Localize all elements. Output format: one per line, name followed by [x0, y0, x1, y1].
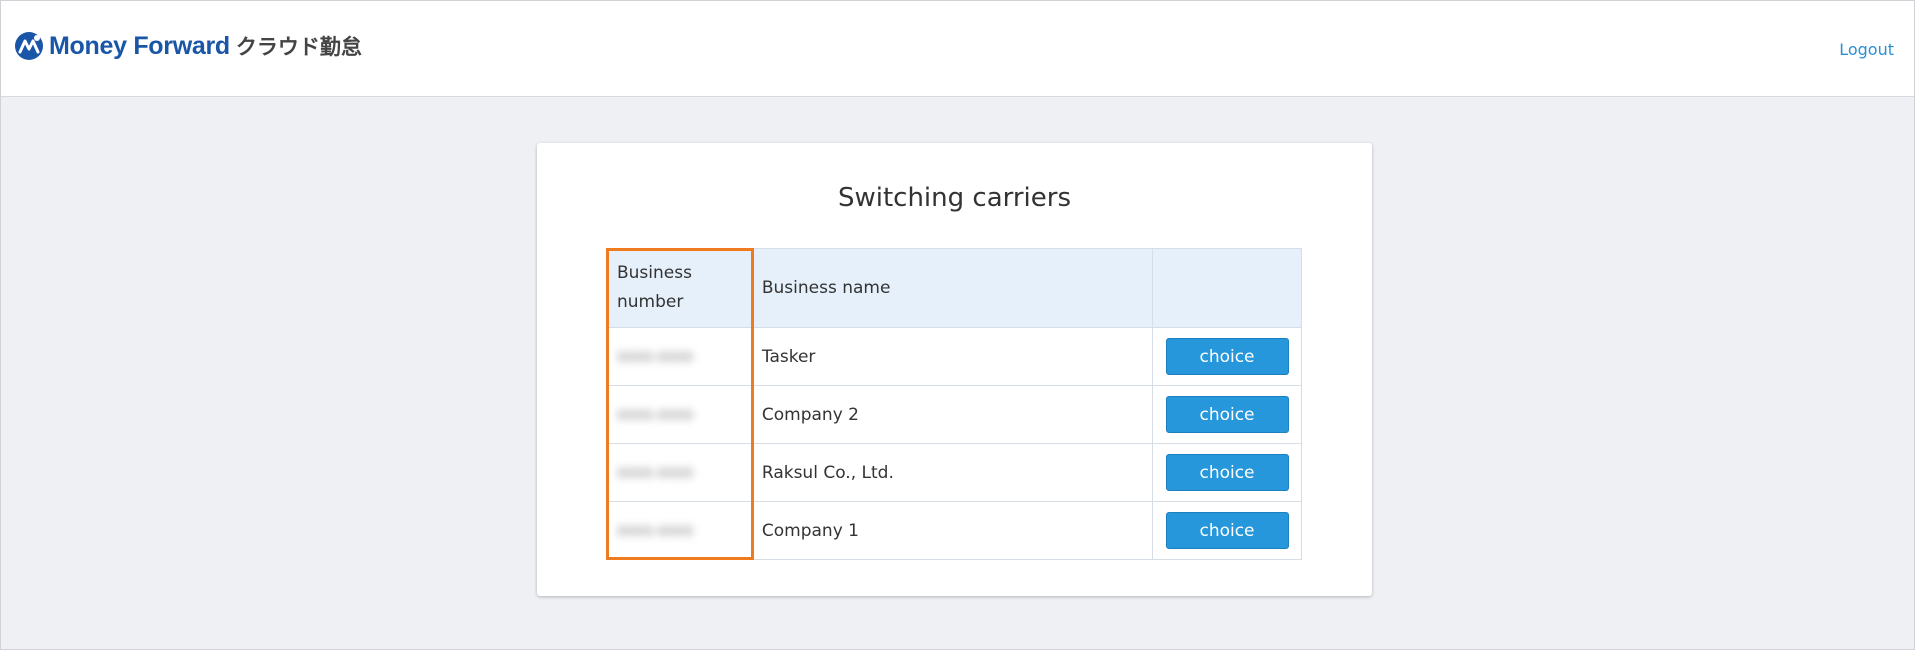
business-name-cell: Tasker [750, 327, 1154, 386]
switch-carrier-card: Switching carriers Business number Busin… [537, 143, 1372, 596]
logo[interactable]: Money Forward クラウド勤怠 [13, 30, 362, 62]
business-number-cell: 0000-0000 [606, 385, 752, 444]
logo-text: Money Forward [49, 31, 230, 60]
header-business-number: Business number [606, 248, 752, 328]
money-forward-logo-icon [15, 32, 43, 60]
choice-cell: choice [1152, 443, 1302, 502]
business-number-redacted: 0000-0000 [617, 465, 694, 482]
table-row: 0000-0000 Tasker choice [606, 327, 1302, 386]
business-number-redacted: 0000-0000 [617, 407, 694, 424]
table-row: 0000-0000 Company 2 choice [606, 385, 1302, 444]
choice-cell: choice [1152, 385, 1302, 444]
business-number-redacted: 0000-0000 [617, 523, 694, 540]
business-number-redacted: 0000-0000 [617, 349, 694, 366]
carriers-table: Business number Business name 0000-0000 … [606, 248, 1302, 560]
choice-cell: choice [1152, 501, 1302, 560]
table-row: 0000-0000 Company 1 choice [606, 501, 1302, 560]
choice-button[interactable]: choice [1165, 396, 1289, 433]
business-number-cell: 0000-0000 [606, 443, 752, 502]
business-name-cell: Company 1 [750, 501, 1154, 560]
page-title: Switching carriers [837, 183, 1072, 213]
business-number-cell: 0000-0000 [606, 501, 752, 560]
business-name-cell: Company 2 [750, 385, 1154, 444]
app-header: Money Forward クラウド勤怠 Logout [0, 0, 1915, 97]
header-choice [1152, 248, 1302, 328]
business-number-cell: 0000-0000 [606, 327, 752, 386]
table-row: 0000-0000 Raksul Co., Ltd. choice [606, 443, 1302, 502]
choice-button[interactable]: choice [1165, 338, 1289, 375]
header-business-name: Business name [750, 248, 1154, 328]
logout-link[interactable]: Logout [1839, 40, 1894, 59]
choice-cell: choice [1152, 327, 1302, 386]
business-name-cell: Raksul Co., Ltd. [750, 443, 1154, 502]
table-header-row: Business number Business name [606, 248, 1302, 328]
choice-button[interactable]: choice [1165, 454, 1289, 491]
logo-subtitle: クラウド勤怠 [235, 35, 362, 59]
choice-button[interactable]: choice [1165, 512, 1289, 549]
